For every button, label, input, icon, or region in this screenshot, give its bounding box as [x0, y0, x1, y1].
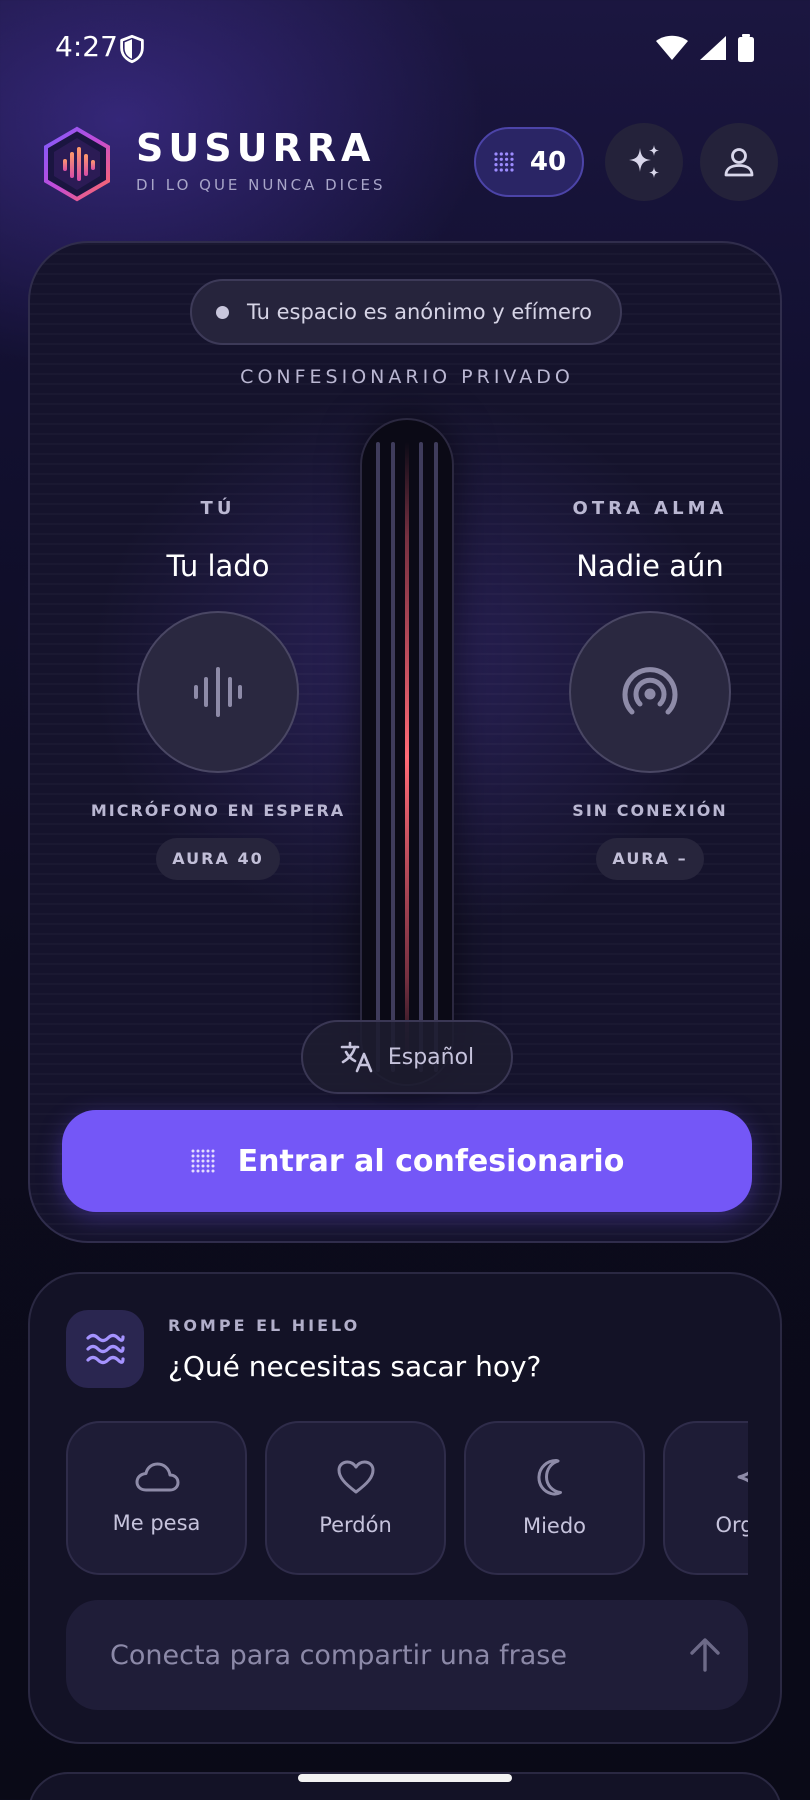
credits-value: 40 — [529, 147, 567, 177]
cloud-icon — [135, 1462, 179, 1492]
share-phrase-field[interactable] — [66, 1600, 748, 1710]
privacy-pill: Tu espacio es anónimo y efímero — [190, 279, 622, 345]
icebreaker-title: ¿Qué necesitas sacar hoy? — [168, 1350, 542, 1383]
confessional-card: Tu espacio es anónimo y efímero CONFESIO… — [28, 241, 782, 1243]
enter-confessional-button[interactable]: Entrar al confesionario — [62, 1110, 752, 1212]
language-selector[interactable]: Español — [301, 1020, 513, 1094]
shield-icon — [120, 34, 144, 64]
chip-label: Me pesa — [112, 1511, 201, 1535]
self-label: TÚ — [200, 498, 236, 519]
divider-bars — [376, 442, 438, 1072]
heart-icon — [337, 1460, 374, 1494]
topic-chip-me-pesa[interactable]: Me pesa — [66, 1421, 247, 1575]
microphone-button[interactable] — [137, 611, 299, 773]
moon-icon — [536, 1459, 562, 1496]
self-name: Tu lado — [166, 549, 270, 583]
wifi-icon — [656, 35, 688, 60]
privacy-text: Tu espacio es anónimo y efímero — [247, 300, 592, 324]
translate-icon — [340, 1041, 373, 1073]
brand-tagline: DI LO QUE NUNCA DICES — [136, 176, 386, 194]
profile-button[interactable] — [700, 123, 778, 201]
self-status: MICRÓFONO EN ESPERA — [90, 801, 346, 820]
chip-label: Orgullo — [715, 1513, 748, 1537]
other-avatar — [569, 611, 731, 773]
signal-icon — [700, 36, 726, 60]
status-dot — [216, 305, 229, 319]
dot-grid-icon — [494, 152, 514, 172]
arrow-up-icon[interactable] — [688, 1637, 722, 1673]
status-bar: 4:27 — [0, 0, 810, 100]
other-aura-badge: AURA – — [596, 838, 704, 880]
self-aura-badge: AURA 40 — [156, 838, 280, 880]
credits-badge[interactable]: 40 — [474, 127, 584, 197]
chip-label: Miedo — [522, 1514, 587, 1538]
share-phrase-input[interactable] — [110, 1639, 650, 1671]
brand-title: SUSURRA — [136, 126, 376, 170]
app-header: SUSURRA DI LO QUE NUNCA DICES 40 — [0, 118, 810, 214]
other-status: SIN CONEXIÓN — [572, 801, 728, 820]
other-label: OTRA ALMA — [572, 498, 728, 519]
icebreaker-icon-box — [66, 1310, 144, 1388]
sparkles-icon — [629, 145, 659, 178]
topic-chip-orgullo[interactable]: Orgullo — [663, 1421, 748, 1575]
topic-chip-perdon[interactable]: Perdón — [265, 1421, 446, 1575]
topic-chips-scroller[interactable]: Me pesa Perdón Miedo Orgullo — [66, 1421, 748, 1577]
sparkle-icon — [737, 1471, 748, 1483]
icebreaker-eyebrow: ROMPE EL HIELO — [168, 1316, 361, 1335]
language-label: Español — [387, 1044, 475, 1070]
other-name: Nadie aún — [576, 549, 724, 583]
section-label: CONFESIONARIO PRIVADO — [240, 366, 574, 388]
battery-icon — [738, 34, 754, 62]
icebreaker-card: ROMPE EL HIELO ¿Qué necesitas sacar hoy?… — [28, 1272, 782, 1744]
status-time: 4:27 — [55, 30, 118, 63]
confessional-divider — [360, 418, 454, 1086]
sparkles-button[interactable] — [605, 123, 683, 201]
enter-button-label: Entrar al confesionario — [237, 1143, 625, 1179]
other-panel: OTRA ALMA Nadie aún SIN CONEXIÓN AURA – — [500, 498, 780, 880]
susurra-logo — [44, 126, 110, 202]
home-indicator[interactable] — [298, 1774, 512, 1782]
topic-chip-miedo[interactable]: Miedo — [464, 1421, 645, 1575]
waves-icon — [86, 1333, 125, 1365]
waveform-icon — [194, 667, 242, 717]
broadcast-icon — [622, 667, 678, 715]
profile-icon — [724, 148, 754, 177]
dot-grid-icon — [191, 1149, 215, 1173]
chip-label: Perdón — [319, 1513, 392, 1537]
self-panel: TÚ Tu lado MICRÓFONO EN ESPERA AURA 40 — [68, 498, 368, 880]
